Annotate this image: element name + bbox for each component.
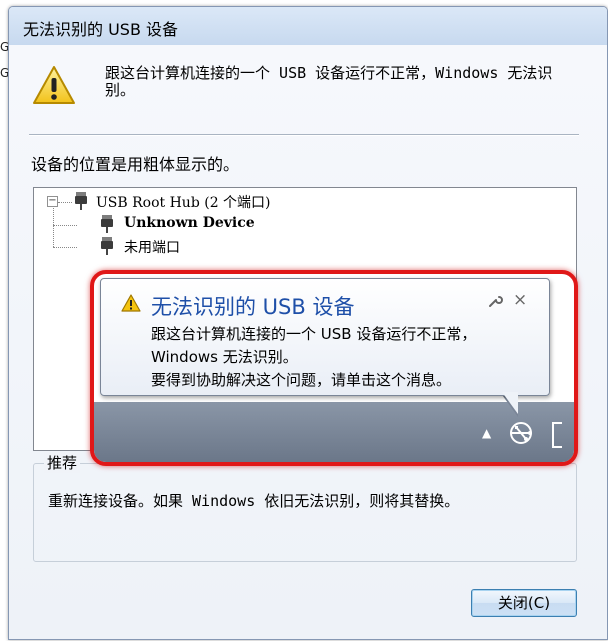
balloon-line-2: Windows 无法识别。 bbox=[151, 348, 298, 366]
balloon-title: 无法识别的 USB 设备 bbox=[151, 295, 355, 319]
separator bbox=[29, 134, 579, 136]
tray-edge-icon bbox=[552, 422, 562, 448]
collapse-toggle[interactable]: − bbox=[47, 196, 58, 207]
error-message: 跟这台计算机连接的一个 USB 设备运行不正常，Windows 无法识别。 bbox=[105, 64, 553, 99]
usb-device-icon bbox=[101, 215, 113, 233]
recommendation-text: 重新连接设备。如果 Windows 依旧无法识别，则将其替换。 bbox=[48, 492, 460, 510]
usb-hub-icon bbox=[75, 192, 87, 210]
balloon-line-3: 要得到协助解决这个问题，请单击这个消息。 bbox=[151, 371, 452, 389]
tree-node-root[interactable]: USB Root Hub (2 个端口) bbox=[96, 192, 271, 212]
balloon-close-icon[interactable]: × bbox=[513, 290, 527, 310]
balloon-message[interactable]: 跟这台计算机连接的一个 USB 设备运行不正常， Windows 无法识别。 要… bbox=[151, 323, 476, 392]
wrench-icon[interactable] bbox=[487, 293, 503, 309]
tree-connector bbox=[53, 205, 54, 247]
balloon-tail bbox=[502, 392, 518, 414]
tree-connector bbox=[53, 225, 77, 226]
notification-highlight: ▲ 无法识别的 USB 设备 × 跟这台计算机连接的一个 USB 设备运行不正常… bbox=[90, 270, 578, 466]
title-bar[interactable]: 无法识别的 USB 设备 bbox=[9, 7, 607, 45]
dialog-title: 无法识别的 USB 设备 bbox=[23, 20, 179, 39]
show-hidden-icons-button[interactable]: ▲ bbox=[482, 426, 491, 440]
bold-location-note: 设备的位置是用粗体显示的。 bbox=[31, 155, 240, 174]
tree-connector bbox=[58, 202, 72, 203]
recommendation-title: 推荐 bbox=[44, 452, 81, 473]
usb-tray-icon[interactable] bbox=[506, 418, 536, 448]
warning-icon bbox=[33, 66, 75, 104]
close-button[interactable]: 关闭(C) bbox=[471, 589, 577, 617]
usb-notification-balloon[interactable]: 无法识别的 USB 设备 × 跟这台计算机连接的一个 USB 设备运行不正常， … bbox=[100, 278, 550, 396]
usb-port-icon bbox=[101, 237, 113, 255]
tree-node-unknown-device[interactable]: Unknown Device bbox=[124, 215, 255, 231]
recommendation-group: 推荐 重新连接设备。如果 Windows 依旧无法识别，则将其替换。 bbox=[33, 452, 577, 562]
background-window: G G bbox=[0, 0, 9, 641]
tree-connector bbox=[53, 247, 77, 248]
balloon-warning-icon bbox=[121, 294, 141, 312]
tree-node-unused-port[interactable]: 未用端口 bbox=[124, 237, 180, 257]
balloon-line-1: 跟这台计算机连接的一个 USB 设备运行不正常， bbox=[151, 325, 477, 343]
